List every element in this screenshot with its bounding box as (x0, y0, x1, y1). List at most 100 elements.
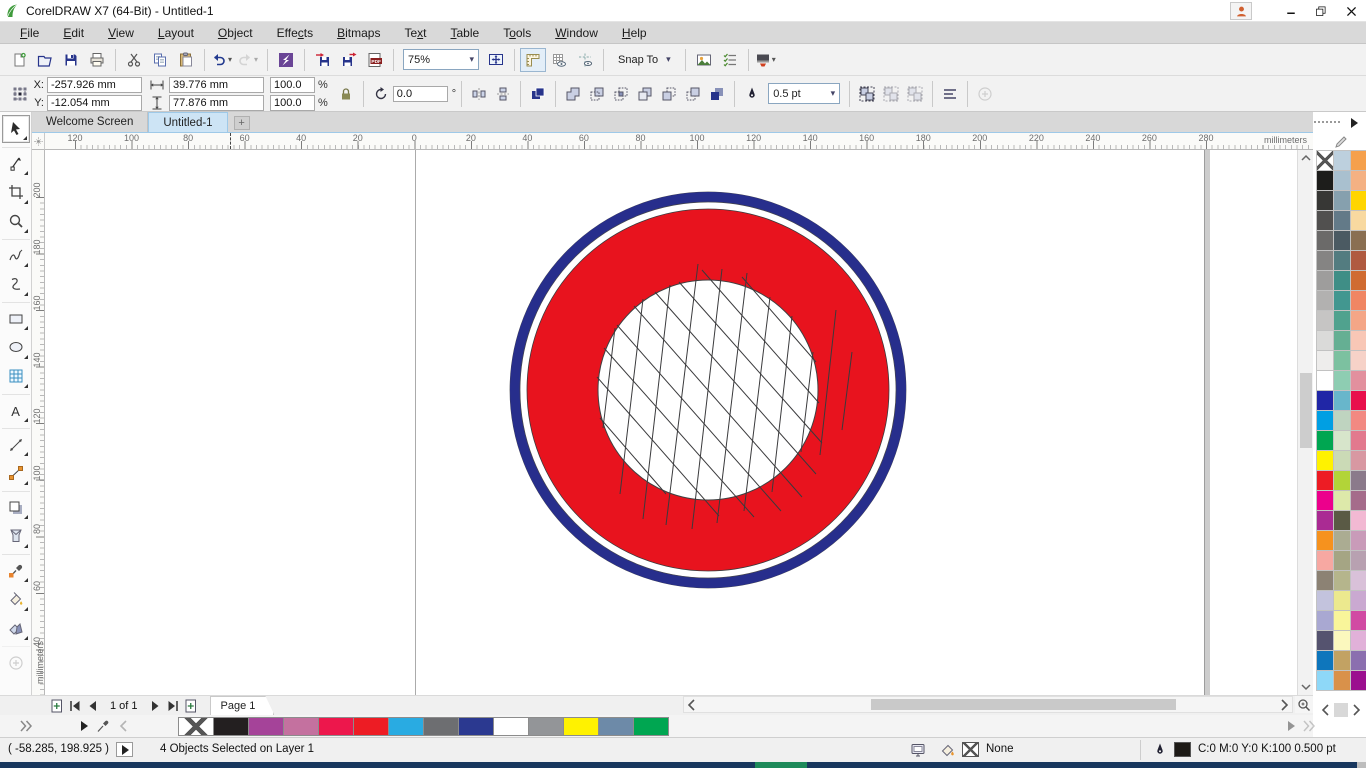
ruler-origin-icon[interactable] (32, 133, 45, 150)
front-minus-back-button[interactable] (657, 82, 681, 106)
palette-flyout-icon[interactable] (1346, 115, 1362, 131)
redo-button[interactable]: ▾ (236, 48, 262, 72)
lock-ratio-button[interactable] (334, 82, 358, 106)
palette-swatch[interactable] (1317, 331, 1333, 350)
cut-button[interactable] (121, 48, 147, 72)
palette-swatch[interactable] (1351, 511, 1366, 530)
zoom-level-select[interactable]: 75%▾ (403, 49, 479, 70)
palette-swatch[interactable] (1351, 531, 1366, 550)
palette-swatch[interactable] (1351, 451, 1366, 470)
trim-button[interactable] (585, 82, 609, 106)
ungroup-button[interactable] (879, 82, 903, 106)
transparency-tool[interactable] (2, 522, 30, 550)
document-palette-swatch[interactable] (318, 717, 354, 736)
palette-swatch[interactable] (1317, 571, 1333, 590)
palette-swatch[interactable] (1351, 571, 1366, 590)
palette-swatch[interactable] (1317, 171, 1333, 190)
object-width-field[interactable] (169, 77, 264, 93)
palette-swatch[interactable] (1351, 551, 1366, 570)
mirror-horizontal-button[interactable] (467, 82, 491, 106)
palette-swatch[interactable] (1317, 491, 1333, 510)
palette-swatch[interactable] (1334, 231, 1350, 250)
document-palette-swatch[interactable] (493, 717, 529, 736)
close-button[interactable] (1336, 0, 1366, 22)
palette-swatch[interactable] (1351, 471, 1366, 490)
docpalette-flyout-icon[interactable] (76, 718, 92, 734)
undo-button[interactable]: ▾ (210, 48, 236, 72)
palette-swatch[interactable] (1317, 411, 1333, 430)
drawing-canvas[interactable] (45, 150, 1297, 695)
snap-to-select[interactable]: Snap To▾ (613, 49, 676, 70)
connector-tool[interactable] (2, 459, 30, 487)
new-document-button[interactable] (6, 48, 32, 72)
vertical-scrollbar[interactable] (1297, 150, 1313, 695)
palette-swatch[interactable] (1351, 371, 1366, 390)
outline-width-select[interactable]: 0.5 pt▾ (768, 83, 840, 104)
page-tab[interactable]: Page 1 (210, 696, 275, 715)
docpalette-scroll-left[interactable] (116, 718, 132, 734)
palette-swatch[interactable] (1351, 271, 1366, 290)
document-palette-swatch[interactable] (283, 717, 319, 736)
color-eyedropper-tool[interactable] (2, 554, 30, 584)
palette-swatch[interactable] (1317, 591, 1333, 610)
navigator-button[interactable] (1295, 696, 1313, 713)
palette-swatch[interactable] (1351, 351, 1366, 370)
palette-swatch[interactable] (1334, 551, 1350, 570)
dropdown-caret-icon[interactable]: ▾ (228, 55, 235, 64)
graph-paper-tool[interactable] (2, 362, 30, 390)
palette-swatch[interactable] (1351, 671, 1366, 690)
palette-swatch[interactable] (1317, 471, 1333, 490)
palette-swatch[interactable] (1334, 611, 1350, 630)
document-palette-swatch[interactable] (353, 717, 389, 736)
previous-page-button[interactable] (84, 698, 102, 714)
copy-button[interactable] (147, 48, 173, 72)
palette-swatch[interactable] (1317, 671, 1333, 690)
palette-swatch[interactable] (1351, 611, 1366, 630)
palette-swatch[interactable] (1334, 531, 1350, 550)
document-palette-swatch[interactable] (528, 717, 564, 736)
palette-swatch[interactable] (1317, 511, 1333, 530)
document-palette-swatch[interactable] (248, 717, 284, 736)
rotation-angle-field[interactable] (393, 86, 448, 102)
palette-swatch[interactable] (1334, 651, 1350, 670)
vertical-ruler[interactable]: 200180160140120100806040millimeters (32, 150, 45, 695)
palette-swatch[interactable] (1351, 331, 1366, 350)
palette-swatch[interactable] (1317, 231, 1333, 250)
user-account-icon[interactable] (1230, 2, 1252, 20)
palette-swatch[interactable] (1351, 411, 1366, 430)
palette-swatch[interactable] (1317, 551, 1333, 570)
text-tool[interactable]: A (2, 394, 30, 424)
palette-swatch[interactable] (1317, 271, 1333, 290)
publish-to-pdf-button[interactable]: PDF (362, 48, 388, 72)
palette-swatch[interactable] (1334, 511, 1350, 530)
zoom-tool[interactable] (2, 207, 30, 235)
add-preset-button[interactable] (973, 82, 997, 106)
palette-swatch[interactable] (1351, 291, 1366, 310)
next-page-button[interactable] (146, 698, 164, 714)
rectangle-tool[interactable] (2, 302, 30, 332)
palette-swatch[interactable] (1317, 371, 1333, 390)
crop-tool[interactable] (2, 178, 30, 206)
palette-swatch[interactable] (1351, 391, 1366, 410)
palette-swatch[interactable] (1334, 571, 1350, 590)
menu-tools[interactable]: Tools (491, 23, 543, 43)
horizontal-scroll-thumb[interactable] (871, 699, 1176, 710)
paste-button[interactable] (173, 48, 199, 72)
palette-swatch[interactable] (1334, 291, 1350, 310)
palette-swatch[interactable] (1317, 611, 1333, 630)
drop-shadow-tool[interactable] (2, 491, 30, 521)
palette-swatch[interactable] (1317, 631, 1333, 650)
palette-scroll-right[interactable] (1348, 702, 1364, 718)
proof-colors-icon[interactable] (910, 742, 927, 759)
expand-chevrons-icon[interactable] (18, 718, 34, 734)
palette-swatch[interactable] (1334, 411, 1350, 430)
palette-scroll-left[interactable] (1318, 702, 1334, 718)
palette-swatch[interactable] (1317, 451, 1333, 470)
tab-welcome-screen[interactable]: Welcome Screen (32, 112, 148, 132)
scale-vertical-field[interactable] (270, 95, 315, 111)
scroll-left-arrow[interactable] (684, 697, 700, 712)
palette-swatch[interactable] (1334, 391, 1350, 410)
first-page-button[interactable] (66, 698, 84, 714)
add-page-button[interactable] (48, 698, 66, 714)
two-point-line-tool[interactable] (2, 270, 30, 298)
